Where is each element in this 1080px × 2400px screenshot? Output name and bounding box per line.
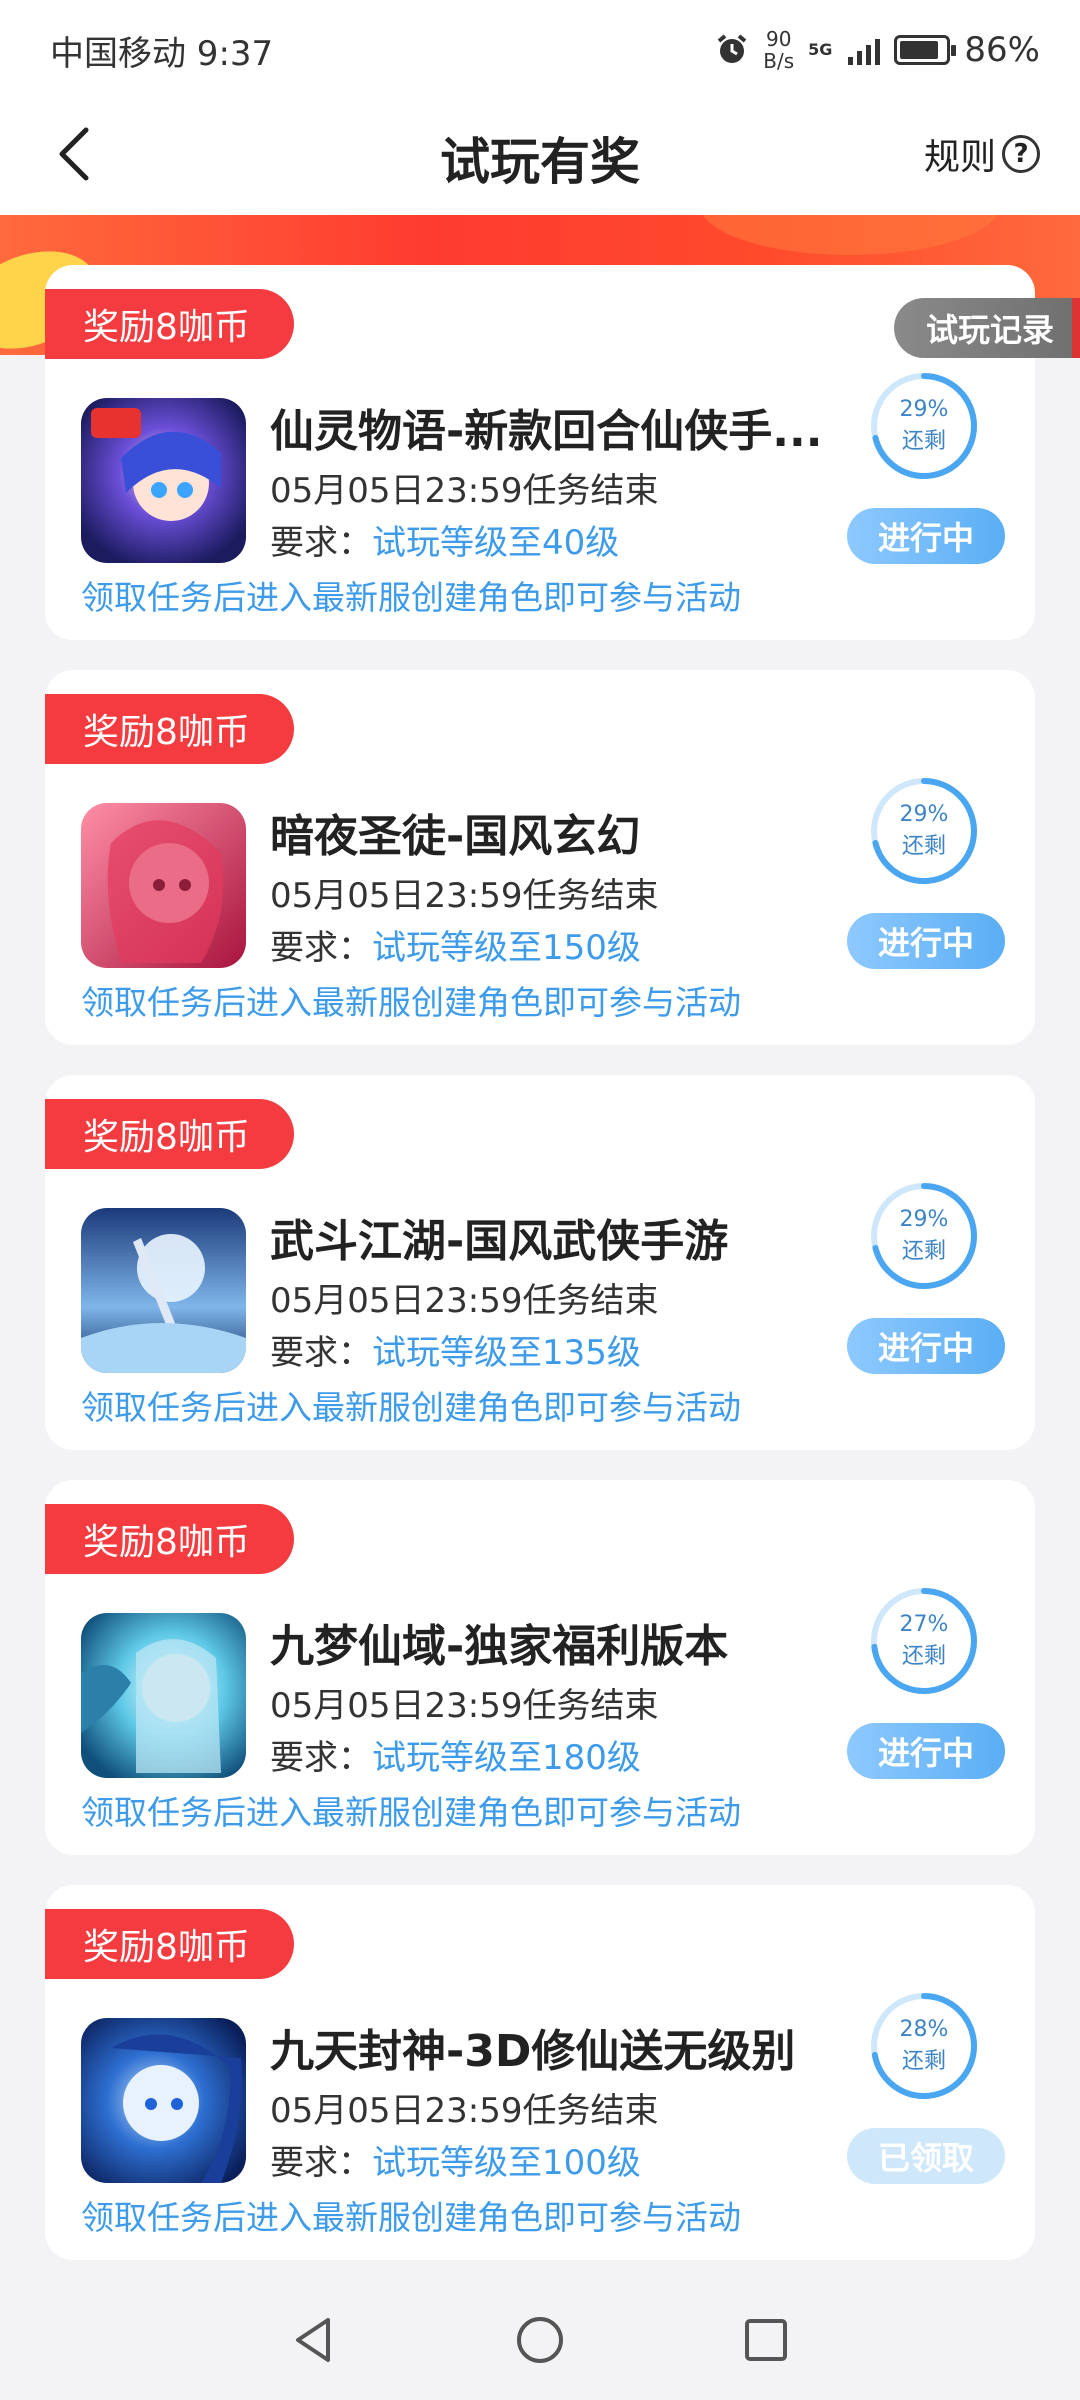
task-deadline: 05月05日23:59任务结束 <box>270 2091 659 2131</box>
remaining-indicator: 29% 还剩 <box>867 1179 981 1293</box>
game-title: 九天封神-3D修仙送无级别 <box>270 2026 796 2077</box>
reward-badge: 奖励8咖币 <box>45 289 294 359</box>
nav-recents-icon[interactable] <box>738 2312 794 2368</box>
game-title: 暗夜圣徒-国风玄幻 <box>270 811 641 862</box>
reward-badge: 奖励8咖币 <box>45 694 294 764</box>
reward-badge: 奖励8咖币 <box>45 1504 294 1574</box>
nav-back-icon[interactable] <box>286 2312 342 2368</box>
task-deadline: 05月05日23:59任务结束 <box>270 876 659 916</box>
game-title: 武斗江湖-国风武侠手游 <box>270 1216 729 1267</box>
game-icon[interactable] <box>81 803 246 968</box>
status-button[interactable]: 进行中 <box>847 1318 1005 1374</box>
network-type: 5G <box>808 40 833 59</box>
status-button[interactable]: 已领取 <box>847 2128 1005 2184</box>
task-requirement: 要求：试玩等级至150级 <box>270 928 641 968</box>
status-icons: 90 B/s 5G 86% <box>715 28 1040 72</box>
task-hint: 领取任务后进入最新服创建角色即可参与活动 <box>81 983 741 1022</box>
remaining-indicator: 27% 还剩 <box>867 1584 981 1698</box>
game-title: 仙灵物语-新款回合仙侠手... <box>270 406 823 457</box>
remaining-indicator: 28% 还剩 <box>867 1989 981 2103</box>
back-arrow-icon[interactable] <box>48 124 108 184</box>
reward-badge: 奖励8咖币 <box>45 1099 294 1169</box>
task-card[interactable]: 奖励8咖币 九天封神-3D修仙送无级别 05月05日23:59任务结束 要求：试… <box>45 1885 1035 2260</box>
remaining-label: 还剩 <box>901 2049 946 2074</box>
game-icon[interactable] <box>81 2018 246 2183</box>
reward-badge: 奖励8咖币 <box>45 1909 294 1979</box>
task-deadline: 05月05日23:59任务结束 <box>270 1281 659 1321</box>
game-icon[interactable] <box>81 398 246 563</box>
battery-percent: 86% <box>964 30 1040 70</box>
nav-home-icon[interactable] <box>512 2312 568 2368</box>
task-requirement: 要求：试玩等级至40级 <box>270 523 620 563</box>
status-button[interactable]: 进行中 <box>847 508 1005 564</box>
remaining-indicator: 29% 还剩 <box>867 774 981 888</box>
remaining-percent: 28% <box>899 2017 949 2042</box>
remaining-percent: 27% <box>899 1612 949 1637</box>
question-icon: ? <box>1002 135 1040 173</box>
task-hint: 领取任务后进入最新服创建角色即可参与活动 <box>81 578 741 617</box>
task-card[interactable]: 奖励8咖币 暗夜圣徒-国风玄幻 05月05日23:59任务结束 要求：试玩等级至… <box>45 670 1035 1045</box>
game-title: 九梦仙域-独家福利版本 <box>270 1621 729 1672</box>
task-hint: 领取任务后进入最新服创建角色即可参与活动 <box>81 1793 741 1832</box>
status-bar: 中国移动 9:37 90 B/s 5G 86% <box>0 0 1080 100</box>
remaining-label: 还剩 <box>901 1239 946 1264</box>
remaining-label: 还剩 <box>901 834 946 859</box>
task-hint: 领取任务后进入最新服创建角色即可参与活动 <box>81 1388 741 1427</box>
net-rate: 90 B/s <box>763 27 795 73</box>
task-hint: 领取任务后进入最新服创建角色即可参与活动 <box>81 2198 741 2237</box>
task-list: 奖励8咖币 仙灵物语-新款回合仙侠手... 05月05日23:59任务结束 要求… <box>45 265 1035 2290</box>
signal-icon <box>848 35 881 65</box>
status-button[interactable]: 进行中 <box>847 913 1005 969</box>
task-card[interactable]: 奖励8咖币 仙灵物语-新款回合仙侠手... 05月05日23:59任务结束 要求… <box>45 265 1035 640</box>
game-icon[interactable] <box>81 1613 246 1778</box>
status-button[interactable]: 进行中 <box>847 1723 1005 1779</box>
task-requirement: 要求：试玩等级至100级 <box>270 2143 641 2183</box>
remaining-label: 还剩 <box>901 429 946 454</box>
battery-icon <box>894 35 957 65</box>
task-requirement: 要求：试玩等级至180级 <box>270 1738 641 1778</box>
remaining-percent: 29% <box>899 1207 949 1232</box>
task-card[interactable]: 奖励8咖币 九梦仙域-独家福利版本 05月05日23:59任务结束 要求：试玩等… <box>45 1480 1035 1855</box>
task-requirement: 要求：试玩等级至135级 <box>270 1333 641 1373</box>
play-records-label: 试玩记录 <box>925 311 1054 349</box>
system-nav-bar <box>0 2280 1080 2400</box>
remaining-label: 还剩 <box>901 1644 946 1669</box>
rules-button[interactable]: 规则 ? <box>924 124 1040 184</box>
rules-label: 规则 <box>923 137 996 178</box>
game-icon[interactable] <box>81 1208 246 1373</box>
alarm-icon <box>717 34 747 63</box>
remaining-percent: 29% <box>899 802 949 827</box>
page-title: 试玩有奖 <box>440 132 640 191</box>
remaining-indicator: 29% 还剩 <box>867 369 981 483</box>
play-records-button[interactable]: 试玩记录 <box>893 298 1080 358</box>
carrier-time: 中国移动 9:37 <box>50 33 274 74</box>
task-deadline: 05月05日23:59任务结束 <box>270 1686 659 1726</box>
remaining-percent: 29% <box>899 397 949 422</box>
page-header: 试玩有奖 规则 ? <box>0 100 1080 215</box>
task-deadline: 05月05日23:59任务结束 <box>270 471 659 511</box>
task-card[interactable]: 奖励8咖币 武斗江湖-国风武侠手游 05月05日23:59任务结束 要求：试玩等… <box>45 1075 1035 1450</box>
